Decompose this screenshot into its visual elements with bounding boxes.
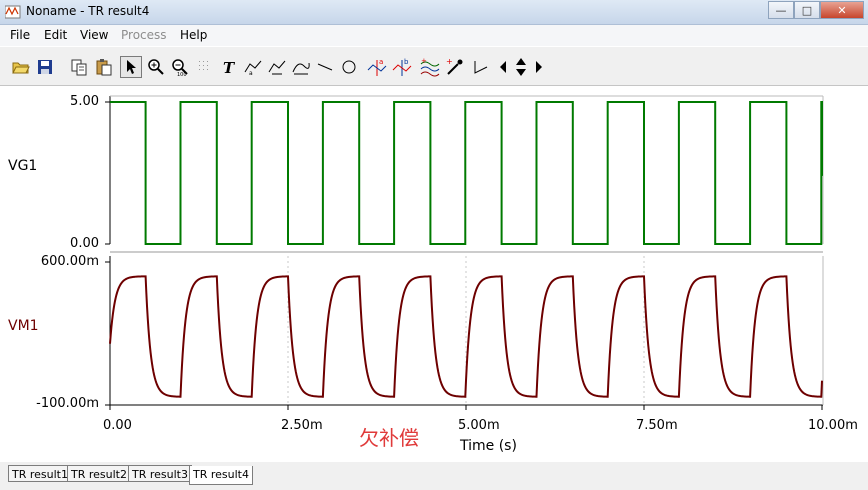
vm1-ytick-top: 600.00m [40, 254, 99, 269]
arrow-up-down-icon[interactable] [511, 56, 531, 78]
vg1-label: VG1 [8, 158, 38, 174]
circle-icon[interactable] [338, 56, 360, 78]
svg-text:a: a [379, 58, 383, 66]
tab-tr-result3[interactable]: TR result3 [128, 465, 192, 482]
curve-label-2-icon[interactable] [290, 56, 312, 78]
tab-tr-result1[interactable]: TR result1 [8, 465, 72, 482]
svg-text:b: b [404, 58, 409, 66]
save-icon[interactable] [34, 56, 56, 78]
plot-area[interactable]: 5.00 0.00 VG1 600.00m -100.00m VM1 0.00 … [0, 86, 868, 458]
vm1-label: VM1 [8, 318, 39, 334]
overlay-annotation: 欠补偿 [359, 426, 419, 450]
toolbar: 100 T a a b + + [0, 47, 868, 86]
menu-edit[interactable]: Edit [44, 28, 67, 42]
xtick-1: 2.50m [281, 418, 323, 433]
x-axis-title: Time (s) [460, 438, 517, 454]
copy-icon[interactable] [68, 56, 90, 78]
menu-view[interactable]: View [80, 28, 108, 42]
waveform-chart[interactable] [0, 86, 868, 458]
vg1-ytick-top: 5.00 [70, 94, 99, 109]
xtick-2: 5.00m [458, 418, 500, 433]
minimize-button[interactable]: — [768, 1, 794, 19]
cursor-b-icon[interactable]: b [391, 56, 413, 78]
probe-icon[interactable]: + [444, 56, 466, 78]
pointer-icon[interactable] [120, 56, 142, 78]
xtick-3: 7.50m [636, 418, 678, 433]
label-icon[interactable]: a [242, 56, 264, 78]
menu-bar: File Edit View Process Help [0, 25, 868, 46]
waveform-icon[interactable]: + [419, 56, 441, 78]
arrow-right-icon[interactable] [533, 56, 545, 78]
xtick-0: 0.00 [103, 418, 132, 433]
svg-text:+: + [421, 57, 427, 65]
vg1-ytick-bottom: 0.00 [70, 236, 99, 251]
menu-file[interactable]: File [10, 28, 30, 42]
cursor-a-icon[interactable]: a [366, 56, 388, 78]
app-icon [5, 5, 21, 19]
menu-process[interactable]: Process [121, 28, 167, 42]
open-icon[interactable] [10, 56, 32, 78]
result-tabs: TR result1 TR result2 TR result3 TR resu… [0, 462, 868, 490]
title-bar: Noname - TR result4 — □ ✕ [0, 0, 868, 25]
svg-text:a: a [249, 70, 253, 76]
close-button[interactable]: ✕ [820, 1, 864, 19]
tab-tr-result2[interactable]: TR result2 [67, 465, 131, 482]
slope-icon[interactable] [470, 56, 492, 78]
text-icon[interactable]: T [218, 56, 240, 78]
zoom-out-icon[interactable]: 100 [169, 56, 191, 78]
xtick-4: 10.00m [808, 418, 858, 433]
tab-tr-result4[interactable]: TR result4 [189, 466, 253, 485]
arrow-left-icon[interactable] [497, 56, 509, 78]
svg-text:+: + [446, 57, 453, 66]
menu-help[interactable]: Help [180, 28, 207, 42]
vg1-trace [110, 101, 823, 245]
svg-text:100: 100 [177, 72, 187, 76]
window-title: Noname - TR result4 [26, 4, 150, 18]
window-controls: — □ ✕ [768, 1, 864, 20]
grid-icon[interactable] [194, 56, 216, 78]
paste-icon[interactable] [93, 56, 115, 78]
vm1-ytick-bottom: -100.00m [36, 396, 99, 411]
curve-label-icon[interactable] [266, 56, 288, 78]
maximize-button[interactable]: □ [794, 1, 820, 19]
svg-text:T: T [223, 59, 236, 75]
zoom-in-icon[interactable] [145, 56, 167, 78]
line-icon[interactable] [314, 56, 336, 78]
